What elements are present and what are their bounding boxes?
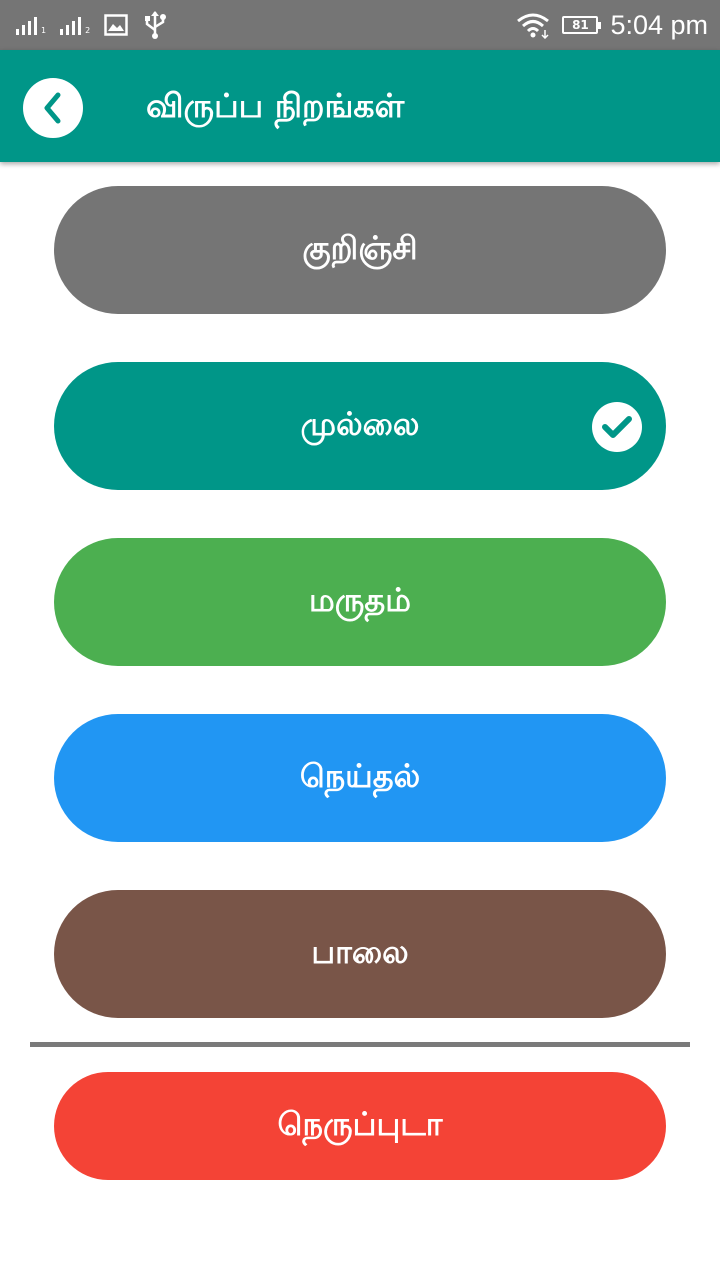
- status-left: 1 2: [16, 10, 168, 40]
- page-title: விருப்ப நிறங்கள்: [146, 86, 405, 125]
- color-option-kurinji[interactable]: குறிஞ்சி: [54, 186, 666, 314]
- app-bar: விருப்ப நிறங்கள்: [0, 50, 720, 162]
- image-icon: [104, 14, 128, 36]
- wifi-icon: [517, 13, 550, 39]
- option-label: முல்லை: [300, 405, 420, 443]
- status-bar: 1 2 81 5:04 pm: [0, 0, 720, 50]
- color-option-neithal[interactable]: நெய்தல்: [54, 714, 666, 842]
- option-label: பாலை: [311, 933, 409, 971]
- battery-icon: 81: [562, 16, 602, 34]
- status-time: 5:04 pm: [610, 9, 708, 40]
- fire-button[interactable]: நெருப்புடா: [54, 1072, 666, 1180]
- chevron-left-icon: [44, 92, 61, 124]
- divider: [30, 1042, 690, 1047]
- status-right: 81 5:04 pm: [516, 8, 708, 42]
- sim1-label: 1: [41, 26, 47, 35]
- color-option-mullai[interactable]: முல்லை: [54, 362, 666, 490]
- color-option-marutham[interactable]: மருதம்: [54, 538, 666, 666]
- check-circle-icon: [592, 402, 642, 452]
- sim2-label: 2: [85, 26, 91, 35]
- signal-icon: 2: [60, 15, 90, 35]
- usb-icon: [145, 11, 167, 39]
- battery-level: 81: [572, 18, 589, 32]
- option-label: நெய்தல்: [299, 757, 421, 795]
- option-label: மருதம்: [309, 581, 411, 619]
- signal-icon: 1: [16, 15, 46, 35]
- option-label: குறிஞ்சி: [302, 229, 418, 267]
- color-option-paalai[interactable]: பாலை: [54, 890, 666, 1018]
- fire-button-label: நெருப்புடா: [277, 1105, 443, 1143]
- back-button[interactable]: [23, 78, 83, 138]
